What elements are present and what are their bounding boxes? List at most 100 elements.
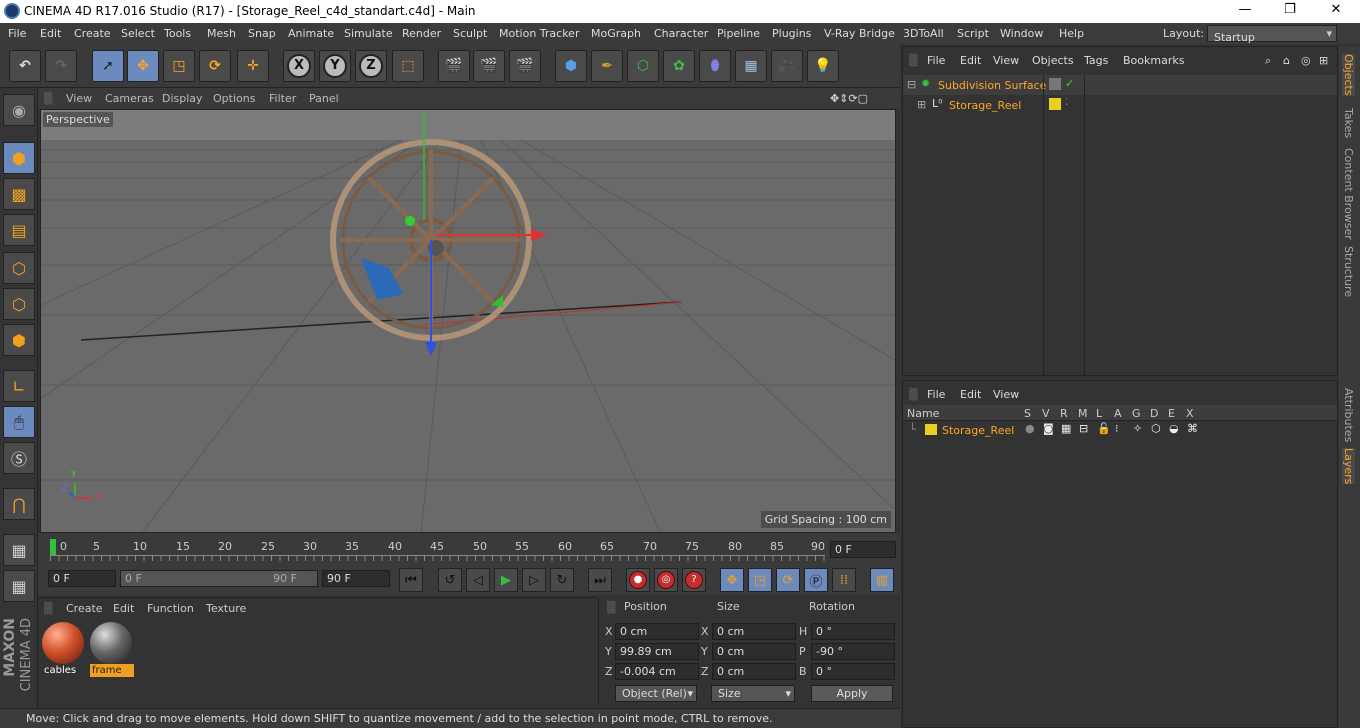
solo-dot-icon[interactable]: ● xyxy=(1025,422,1035,435)
model-mode-button[interactable]: ⬢ xyxy=(3,142,35,174)
record-keys-button[interactable]: ● xyxy=(626,568,650,592)
column-animation[interactable]: A xyxy=(1114,407,1122,420)
enabled-check-icon[interactable]: ✓ xyxy=(1065,77,1074,90)
workplane-mode-button[interactable]: ▤ xyxy=(3,214,35,246)
layers-menu-view[interactable]: View xyxy=(993,388,1019,401)
menu-edit[interactable]: Edit xyxy=(40,27,61,40)
x-axis-lock-button[interactable]: X xyxy=(283,50,315,82)
menu-plugins[interactable]: Plugins xyxy=(772,27,811,40)
layer-name[interactable]: Storage_Reel xyxy=(942,424,1014,437)
menu-file[interactable]: File xyxy=(8,27,26,40)
layer-row[interactable]: └ Storage_Reel ● ◙ ▦ ⊟ 🔓 ⁝ ✧ ⬡ ◒ ⌘ xyxy=(903,422,1337,438)
material-menu-texture[interactable]: Texture xyxy=(206,602,246,615)
add-deformer-button[interactable]: ⬮ xyxy=(699,50,731,82)
menu-tools[interactable]: Tools xyxy=(164,27,191,40)
column-locked[interactable]: L xyxy=(1096,407,1102,420)
scale-tool-button[interactable]: ◳ xyxy=(163,50,195,82)
layer-color-swatch[interactable] xyxy=(1049,98,1061,110)
layers-menu-edit[interactable]: Edit xyxy=(960,388,981,401)
tweak-mode-button[interactable]: 🖱 xyxy=(3,406,35,438)
coordinate-mode-select[interactable]: Object (Rel) ▾ xyxy=(615,685,697,702)
key-scale-button[interactable]: ◳ xyxy=(748,568,772,592)
column-name[interactable]: Name xyxy=(907,407,939,420)
size-mode-select[interactable]: Size ▾ xyxy=(711,685,795,702)
column-manager[interactable]: M xyxy=(1078,407,1088,420)
render-picture-viewer-button[interactable]: 🎬 xyxy=(473,50,505,82)
column-xrefs[interactable]: X xyxy=(1186,407,1194,420)
size-x-field[interactable]: 0 cm xyxy=(712,623,796,640)
add-cube-button[interactable]: ⬢ xyxy=(555,50,587,82)
view-icon[interactable]: ◎ xyxy=(1301,54,1311,67)
render-view-button[interactable]: 🎬 xyxy=(438,50,470,82)
previous-frame-button[interactable]: ◁ xyxy=(466,568,490,592)
end-frame-field[interactable]: 90 F xyxy=(322,570,390,587)
material-menu-function[interactable]: Function xyxy=(147,602,194,615)
key-parameter-button[interactable]: Ⓟ xyxy=(804,568,828,592)
viewport-menu-filter[interactable]: Filter xyxy=(269,92,296,105)
previous-keyframe-button[interactable]: ↺ xyxy=(438,568,462,592)
current-frame-field[interactable]: 0 F xyxy=(830,541,896,558)
column-view[interactable]: V xyxy=(1042,407,1050,420)
menu-mesh[interactable]: Mesh xyxy=(207,27,236,40)
add-floor-button[interactable]: ▦ xyxy=(735,50,767,82)
x-axis-handle[interactable] xyxy=(531,229,547,241)
undo-button[interactable]: ↶ xyxy=(9,50,41,82)
search-icon[interactable]: ⌕ xyxy=(1265,54,1271,68)
expression-icon[interactable]: ◒ xyxy=(1169,422,1179,435)
polygons-mode-button[interactable]: ⬢ xyxy=(3,324,35,356)
texture-mode-button[interactable]: ▩ xyxy=(3,178,35,210)
add-cloner-button[interactable]: ✿ xyxy=(663,50,695,82)
rotate-tool-button[interactable]: ⟳ xyxy=(199,50,231,82)
menu-help[interactable]: Help xyxy=(1059,27,1084,40)
rot-b-field[interactable]: 0 ° xyxy=(811,663,895,680)
rot-h-field[interactable]: 0 ° xyxy=(811,623,895,640)
object-name[interactable]: Storage_Reel xyxy=(949,99,1021,112)
pos-x-field[interactable]: 0 cm xyxy=(615,623,699,640)
material-menu-create[interactable]: Create xyxy=(66,602,103,615)
objects-menu-view[interactable]: View xyxy=(993,54,1019,67)
z-axis-lock-button[interactable]: Z xyxy=(355,50,387,82)
timeline-window-button[interactable]: ▥ xyxy=(870,568,894,592)
go-to-end-button[interactable]: ⏭ xyxy=(588,568,612,592)
key-point-level-button[interactable]: ⁞⁞ xyxy=(832,568,856,592)
layers-menu-file[interactable]: File xyxy=(927,388,945,401)
objects-menu-edit[interactable]: Edit xyxy=(960,54,981,67)
menu-pipeline[interactable]: Pipeline xyxy=(717,27,760,40)
material-cables[interactable]: cables xyxy=(42,622,86,678)
transform-tool-button[interactable]: ✛ xyxy=(237,50,269,82)
redo-button[interactable]: ↷ xyxy=(45,50,77,82)
material-menu-edit[interactable]: Edit xyxy=(113,602,134,615)
maximize-button[interactable]: ❐ xyxy=(1270,2,1310,21)
menu-mograph[interactable]: MoGraph xyxy=(591,27,641,40)
menu-select[interactable]: Select xyxy=(121,27,155,40)
render-settings-button[interactable]: 🎬 xyxy=(509,50,541,82)
tab-structure[interactable]: Structure xyxy=(1342,246,1355,297)
menu-animate[interactable]: Animate xyxy=(288,27,334,40)
column-deformers[interactable]: D xyxy=(1150,407,1158,420)
frame-range-slider[interactable]: 0 F 90 F xyxy=(120,570,318,587)
make-editable-button[interactable]: ◉ xyxy=(3,94,35,126)
key-position-button[interactable]: ✥ xyxy=(720,568,744,592)
menu-vray-bridge[interactable]: V-Ray Bridge xyxy=(824,27,895,40)
tab-attributes[interactable]: Attributes xyxy=(1342,388,1355,442)
planar-workplane-button[interactable]: ▦ xyxy=(3,570,35,602)
size-y-field[interactable]: 0 cm xyxy=(712,643,796,660)
z-axis-handle[interactable] xyxy=(425,342,437,356)
menu-motion-tracker[interactable]: Motion Tracker xyxy=(499,27,579,40)
animation-icon[interactable]: ⁝ xyxy=(1115,422,1119,435)
menu-sculpt[interactable]: Sculpt xyxy=(453,27,487,40)
y-axis-handle[interactable] xyxy=(405,216,415,226)
auto-keying-button[interactable]: ◎ xyxy=(654,568,678,592)
generator-icon[interactable]: ✧ xyxy=(1133,422,1142,435)
timeline-playhead[interactable] xyxy=(50,539,56,555)
close-button[interactable]: ✕ xyxy=(1316,2,1356,21)
menu-3dtoall[interactable]: 3DToAll xyxy=(903,27,944,40)
layer-color-swatch[interactable] xyxy=(1049,78,1061,90)
viewport-menu-view[interactable]: View xyxy=(66,92,92,105)
menu-script[interactable]: Script xyxy=(957,27,989,40)
viewport-menu-options[interactable]: Options xyxy=(213,92,255,105)
menu-create[interactable]: Create xyxy=(74,27,111,40)
viewport-navigation-icons[interactable]: ✥⇕⟳▢ xyxy=(830,92,868,105)
tab-objects[interactable]: Objects xyxy=(1342,54,1355,96)
objects-menu-tags[interactable]: Tags xyxy=(1084,54,1108,67)
